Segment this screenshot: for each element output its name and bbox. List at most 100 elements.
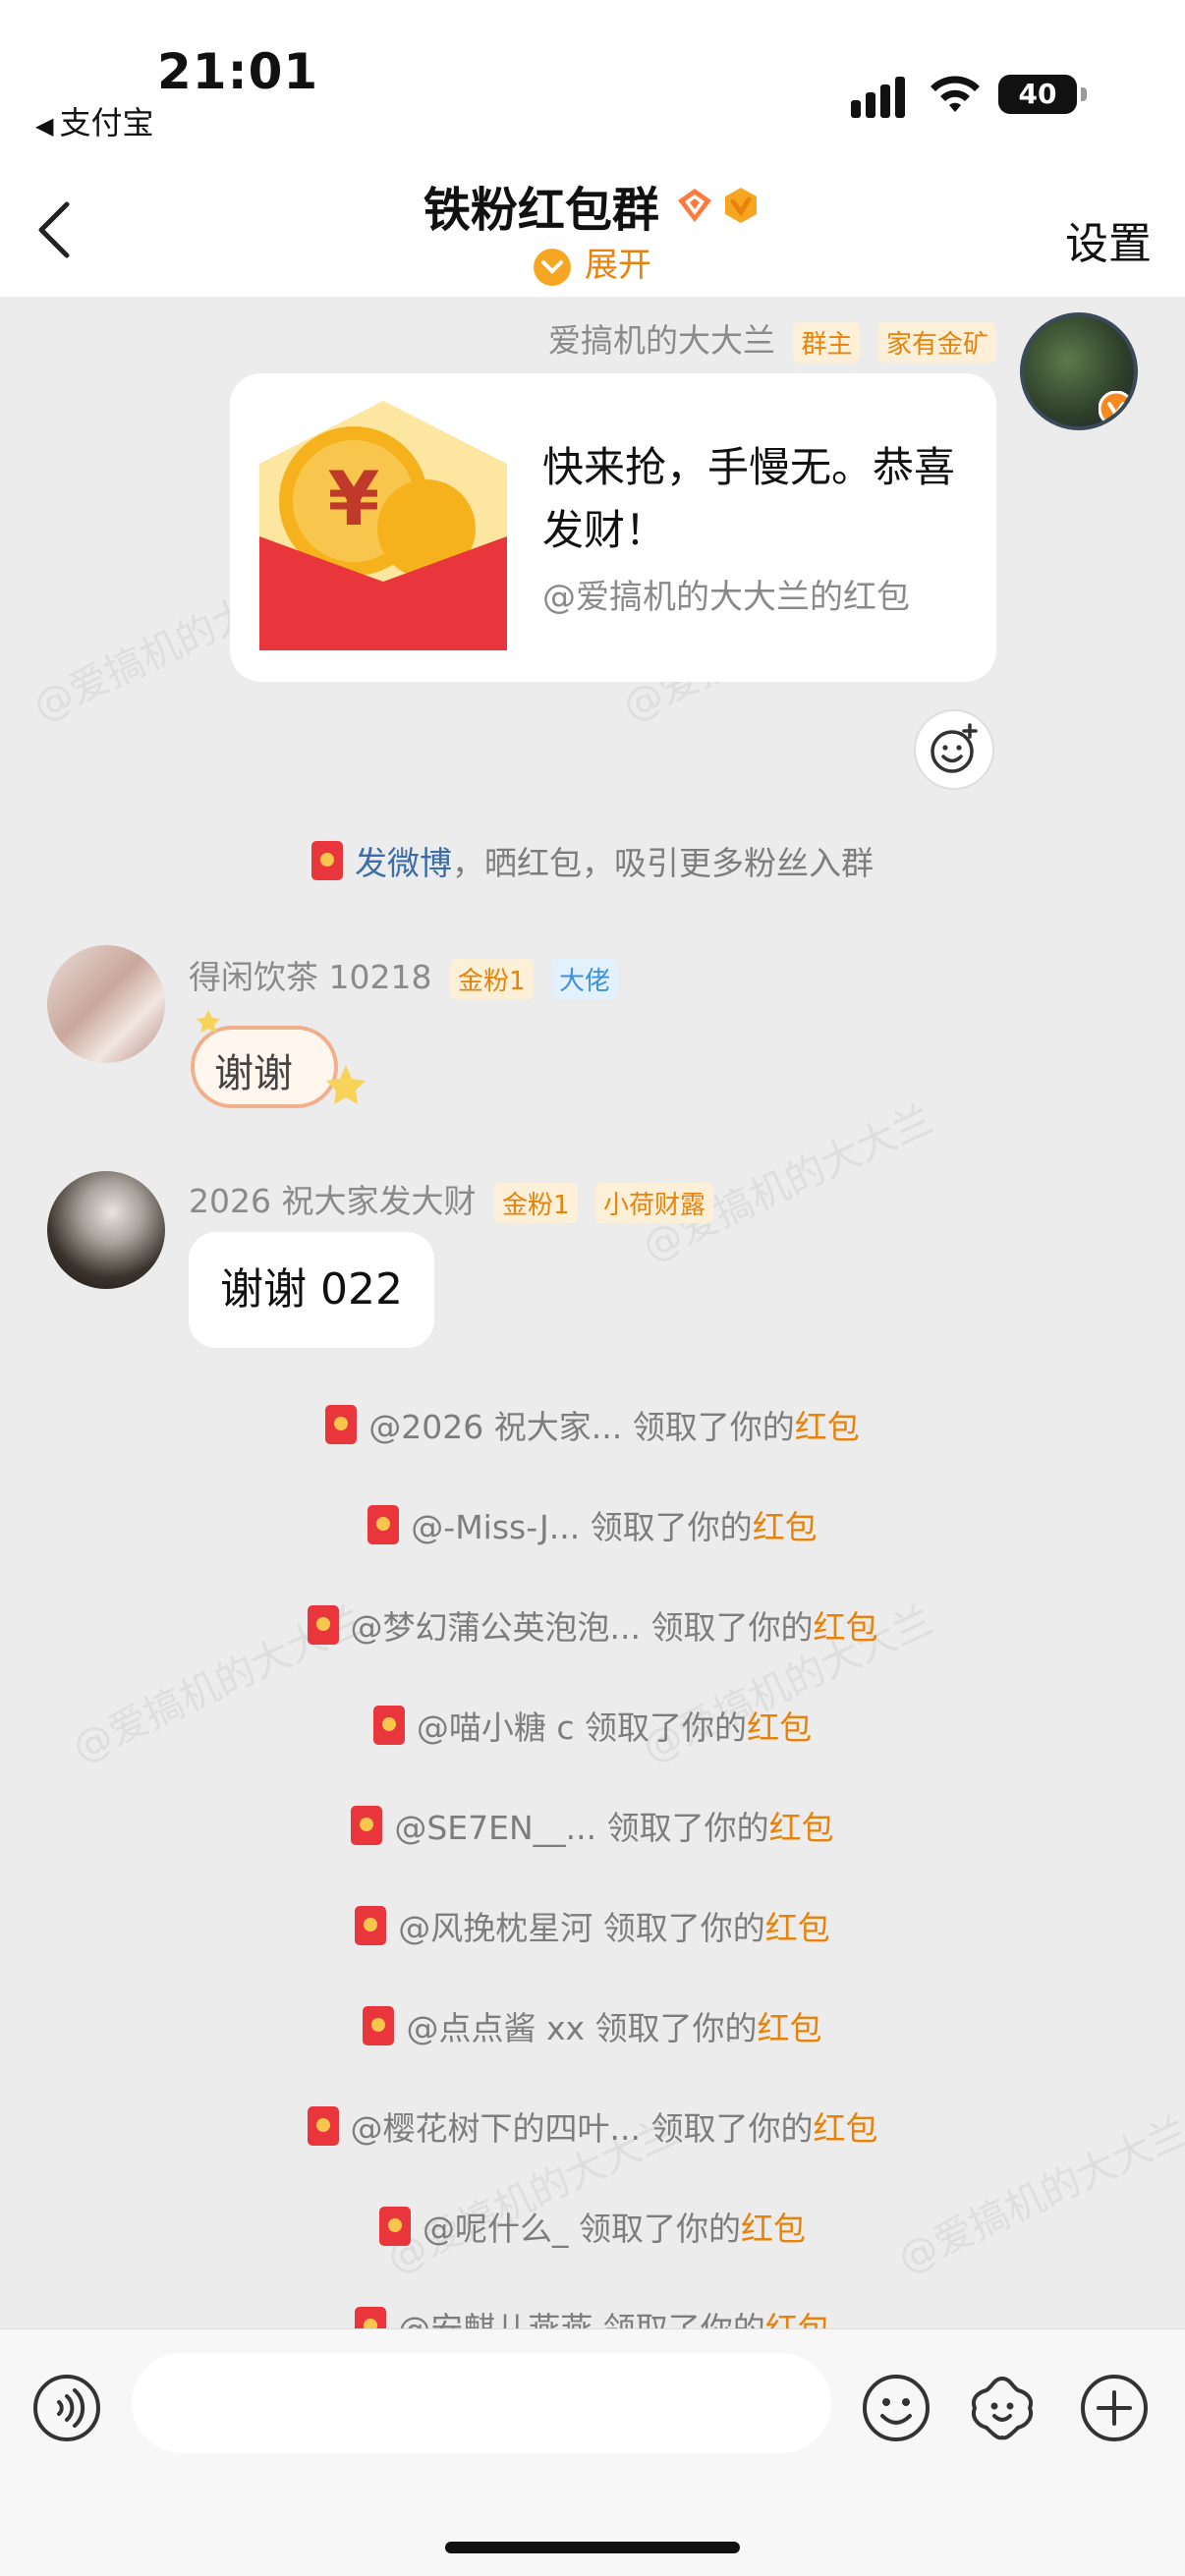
text-sticker[interactable]: 谢谢 [189, 1006, 366, 1114]
verified-badge-icon [725, 188, 758, 223]
chat-header: 铁粉红包群 展开 设置 [0, 157, 1185, 297]
claimer-name[interactable]: @点点酱 xx [406, 2009, 585, 2047]
battery-indicator: 40 [998, 75, 1087, 114]
claimer-name[interactable]: @喵小糖 c [417, 1708, 575, 1747]
red-packet-icon [307, 2106, 339, 2146]
claim-text: 领取了你的 [592, 1909, 765, 1947]
fan-level-tag: 金粉1 [449, 959, 534, 999]
claim-notice: @梦幻蒲公英泡泡... 领取了你的红包 [0, 1601, 1185, 1649]
red-packet-link[interactable]: 红包 [795, 1408, 860, 1446]
claim-text: 领取了你的 [580, 1508, 753, 1546]
avatar[interactable] [47, 1171, 165, 1289]
claim-notice: @安麒儿燕燕 领取了你的红包 [0, 2303, 1185, 2328]
red-packet-sub: @爱搞机的大大兰的红包 [542, 578, 910, 617]
fan-level-tag: 金粉1 [493, 1183, 578, 1223]
claim-notice: @风挽枕星河 领取了你的红包 [0, 1902, 1185, 1949]
share-tip: 发微博，晒红包，吸引更多粉丝入群 [0, 837, 1185, 884]
plus-icon[interactable] [1079, 2373, 1150, 2443]
red-packet-icon [367, 1505, 400, 1544]
voice-icon[interactable] [31, 2373, 102, 2443]
back-triangle-icon: ◀ [35, 112, 54, 140]
claim-text: 领取了你的 [622, 1408, 795, 1446]
red-packet-link[interactable]: 红包 [747, 1708, 812, 1747]
status-time: 21:01 [157, 43, 319, 100]
share-weibo-link[interactable]: 发微博 [355, 844, 452, 882]
red-packet-icon [372, 1706, 405, 1745]
red-packet-link[interactable]: 红包 [813, 2109, 877, 2148]
red-packet-icon [363, 2006, 395, 2045]
red-packet-link[interactable]: 红包 [753, 1508, 818, 1546]
red-packet-link[interactable]: 红包 [813, 1608, 877, 1647]
claim-notice: @樱花树下的四叶... 领取了你的红包 [0, 2102, 1185, 2150]
red-packet-text: 快来抢，手慢无。恭喜发财！ [542, 443, 956, 554]
message-bubble[interactable]: 谢谢 022 [189, 1232, 434, 1348]
red-packet-link[interactable]: 红包 [741, 2210, 806, 2248]
message-input[interactable] [132, 2353, 831, 2453]
avatar[interactable] [1020, 312, 1138, 430]
claim-text: 领取了你的 [640, 1608, 814, 1647]
red-packet-link[interactable]: 红包 [765, 1909, 830, 1947]
red-packet-icon [351, 1806, 383, 1845]
claimer-name[interactable]: @风挽枕星河 [398, 1909, 592, 1947]
claimer-name[interactable]: @樱花树下的四叶... [351, 2109, 641, 2148]
expand-label: 展开 [585, 246, 651, 285]
title-tag: 小荷财露 [595, 1183, 714, 1223]
back-to-app-link[interactable]: ◀ 支付宝 [35, 98, 153, 143]
claim-notice: @点点酱 xx 领取了你的红包 [0, 2002, 1185, 2049]
sender-line: 2026 祝大家发大财 金粉1 小荷财露 [189, 1175, 714, 1223]
claim-text: 领取了你的 [585, 2009, 758, 2047]
red-packet-icon [325, 1405, 358, 1444]
back-app-label: 支付宝 [59, 104, 154, 141]
red-packet-link[interactable]: 红包 [769, 1809, 834, 1847]
input-bar [0, 2328, 1185, 2576]
diamond-badge-icon [678, 189, 711, 222]
owner-tag: 群主 [793, 322, 861, 363]
claim-notice: @SE7EN__... 领取了你的红包 [0, 1802, 1185, 1849]
group-title: 铁粉红包群 [423, 183, 659, 238]
sender-name: 2026 祝大家发大财 [189, 1182, 477, 1220]
emoji-icon[interactable] [861, 2373, 931, 2443]
red-packet-icon [379, 2207, 411, 2246]
wifi-icon [931, 76, 980, 112]
home-indicator [445, 2542, 740, 2553]
settings-button[interactable]: 设置 [1065, 208, 1152, 271]
claimer-name[interactable]: @呢什么_ [423, 2210, 569, 2248]
verified-v-icon [1099, 391, 1134, 426]
title-tag: 大佬 [551, 959, 619, 999]
claimer-name[interactable]: @梦幻蒲公英泡泡... [351, 1608, 641, 1647]
expand-toggle[interactable]: 展开 [0, 238, 1185, 286]
claimer-name[interactable]: @安麒儿燕燕 [398, 2310, 592, 2328]
chevron-down-icon [534, 248, 571, 286]
status-bar: 21:01 ◀ 支付宝 40 [0, 0, 1185, 157]
claimer-name[interactable]: @2026 祝大家... [368, 1408, 622, 1446]
red-packet-icon [355, 1906, 387, 1945]
sticker-icon[interactable] [967, 2373, 1038, 2443]
claim-text: 领取了你的 [592, 2310, 765, 2328]
chat-area[interactable]: @爱搞机的大大兰 @爱搞机的大大兰 @爱搞机的大大兰 @爱搞机的大大兰 @爱搞机… [0, 297, 1185, 2328]
red-packet-card[interactable]: ¥ 快来抢，手慢无。恭喜发财！ @爱搞机的大大兰的红包 [230, 373, 996, 682]
claim-text: 领取了你的 [596, 1809, 769, 1847]
sender-name: 得闲饮茶 10218 [189, 958, 432, 996]
claimer-name[interactable]: @-Miss-J... [411, 1508, 580, 1546]
sender-name: 爱搞机的大大兰 [547, 321, 775, 360]
avatar[interactable] [47, 945, 165, 1063]
level-tag: 家有金矿 [877, 322, 996, 363]
svg-text:¥: ¥ [328, 455, 380, 542]
claim-text: 领取了你的 [568, 2210, 741, 2248]
sticker-text: 谢谢 [214, 1051, 293, 1096]
sender-line: 得闲饮茶 10218 金粉1 大佬 [189, 951, 619, 999]
red-packet-icon [355, 2307, 387, 2328]
claimer-name[interactable]: @SE7EN__... [394, 1809, 596, 1847]
cellular-signal-icon [851, 75, 910, 118]
red-packet-link[interactable]: 红包 [765, 2310, 830, 2328]
add-reaction-button[interactable] [914, 709, 994, 790]
claim-notice: @2026 祝大家... 领取了你的红包 [0, 1401, 1185, 1448]
share-tip-text: ，晒红包，吸引更多粉丝入群 [452, 844, 874, 882]
red-packet-icon [307, 1605, 339, 1645]
claim-text: 领取了你的 [640, 2109, 814, 2148]
claim-notice: @喵小糖 c 领取了你的红包 [0, 1702, 1185, 1749]
red-packet-link[interactable]: 红包 [758, 2009, 822, 2047]
sender-line: 爱搞机的大大兰 群主 家有金矿 [548, 314, 996, 363]
red-packet-image: ¥ [259, 401, 507, 650]
red-packet-icon [311, 841, 343, 880]
